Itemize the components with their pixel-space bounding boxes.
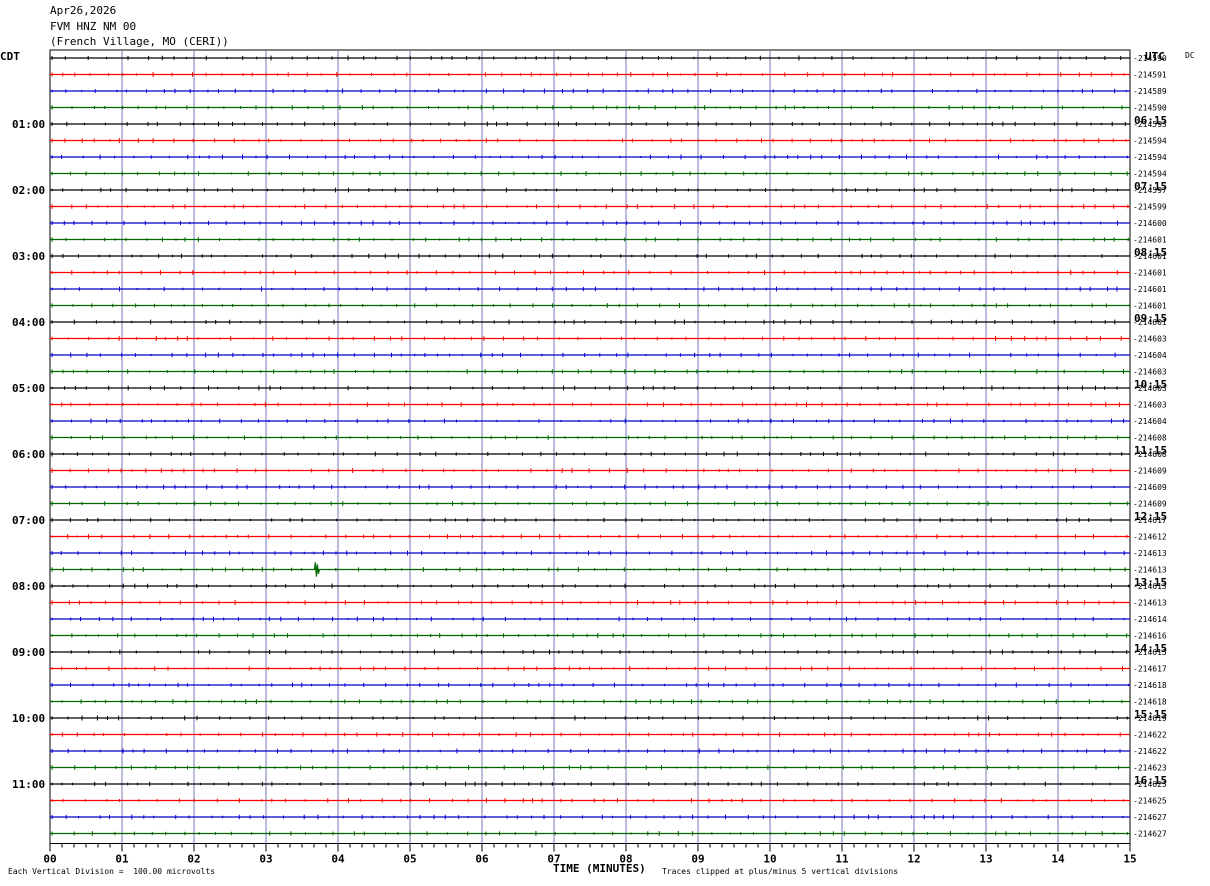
dc-value-label: -214613 (1133, 566, 1167, 575)
dc-value-label: -214594 (1133, 137, 1167, 146)
right-hour-label: 12:15 (1134, 510, 1167, 523)
right-hour-label: 06:15 (1134, 114, 1167, 127)
x-tick-label: 11 (835, 853, 849, 866)
dc-value-label: -214603 (1133, 335, 1167, 344)
right-hour-label: 14:15 (1134, 642, 1167, 655)
x-tick-label: 15 (1123, 853, 1136, 866)
dc-value-label: -214622 (1133, 731, 1167, 740)
right-hour-label: 15:15 (1134, 708, 1167, 721)
dc-value-label: -214609 (1133, 500, 1167, 509)
dc-value-label: -214604 (1133, 351, 1167, 360)
dc-value-label: -214622 (1133, 747, 1167, 756)
footer-scale-note: Each Vertical Division = 100.00 microvol… (8, 867, 216, 876)
dc-value-label: -214590 (1133, 104, 1167, 113)
dc-value-label: -214609 (1133, 467, 1167, 476)
left-hour-label: 10:00 (12, 712, 45, 725)
x-tick-label: 04 (331, 853, 345, 866)
x-tick-label: 10 (763, 853, 776, 866)
dc-value-label: -214617 (1133, 665, 1167, 674)
dc-value-label: -214612 (1133, 533, 1167, 542)
right-hour-label: 16:15 (1134, 774, 1167, 787)
dc-value-label: -214601 (1133, 285, 1167, 294)
dc-value-label: -214599 (1133, 203, 1167, 212)
dc-value-label: -214600 (1133, 219, 1167, 228)
right-hour-label: 11:15 (1134, 444, 1167, 457)
dc-value-label: -214590 (1133, 54, 1167, 63)
left-hour-label: 07:00 (12, 514, 45, 527)
plot-frame (49, 49, 1131, 844)
dc-value-label: -214604 (1133, 417, 1167, 426)
dc-value-label: -214594 (1133, 170, 1167, 179)
left-hour-label: 09:00 (12, 646, 45, 659)
dc-value-label: -214625 (1133, 797, 1167, 806)
x-tick-label: 09 (691, 853, 704, 866)
dc-value-label: -214591 (1133, 71, 1167, 80)
x-tick-label: 05 (403, 853, 416, 866)
left-hour-label: 03:00 (12, 250, 45, 263)
left-hour-label: 01:00 (12, 118, 45, 131)
right-hour-label: 08:15 (1134, 246, 1167, 259)
dc-value-label: -214609 (1133, 483, 1167, 492)
left-hour-label: 04:00 (12, 316, 45, 329)
dc-value-label: -214616 (1133, 632, 1167, 641)
footer-clip-note: Traces clipped at plus/minus 5 vertical … (662, 867, 899, 876)
x-tick-label: 06 (475, 853, 489, 866)
dc-value-label: -214589 (1133, 87, 1167, 96)
right-hour-label: 09:15 (1134, 312, 1167, 325)
dc-value-label: -214623 (1133, 764, 1167, 773)
dc-value-label: -214603 (1133, 368, 1167, 377)
x-tick-label: 13 (979, 853, 992, 866)
x-tick-label: 00 (43, 853, 56, 866)
dc-value-label: -214614 (1133, 615, 1167, 624)
left-hour-label: 11:00 (12, 778, 45, 791)
x-tick-label: 01 (115, 853, 129, 866)
dc-value-label: -214608 (1133, 434, 1167, 443)
x-tick-label: 02 (187, 853, 200, 866)
dc-value-label: -214618 (1133, 698, 1167, 707)
left-hour-label: 05:00 (12, 382, 45, 395)
dc-value-label: -214627 (1133, 830, 1167, 839)
dc-value-label: -214601 (1133, 302, 1167, 311)
right-hour-label: 13:15 (1134, 576, 1167, 589)
x-tick-label: 03 (259, 853, 272, 866)
dc-value-label: -214594 (1133, 153, 1167, 162)
dc-value-label: -214613 (1133, 549, 1167, 558)
left-hour-label: 08:00 (12, 580, 45, 593)
x-tick-label: 14 (1051, 853, 1065, 866)
dc-value-label: -214627 (1133, 813, 1167, 822)
dc-value-label: -214618 (1133, 681, 1167, 690)
left-hour-label: 02:00 (12, 184, 45, 197)
dc-value-label: -214603 (1133, 401, 1167, 410)
dc-value-label: -214613 (1133, 599, 1167, 608)
right-hour-label: 07:15 (1134, 180, 1167, 193)
right-hour-label: 10:15 (1134, 378, 1167, 391)
dc-value-label: -214601 (1133, 236, 1167, 245)
left-hour-label: 06:00 (12, 448, 45, 461)
x-tick-label: 12 (907, 853, 920, 866)
x-axis-title: TIME (MINUTES) (553, 862, 646, 875)
dc-value-label: -214601 (1133, 269, 1167, 278)
helicorder-plot: -214590-214591-214589-214590-214593-2145… (12, 49, 1167, 866)
